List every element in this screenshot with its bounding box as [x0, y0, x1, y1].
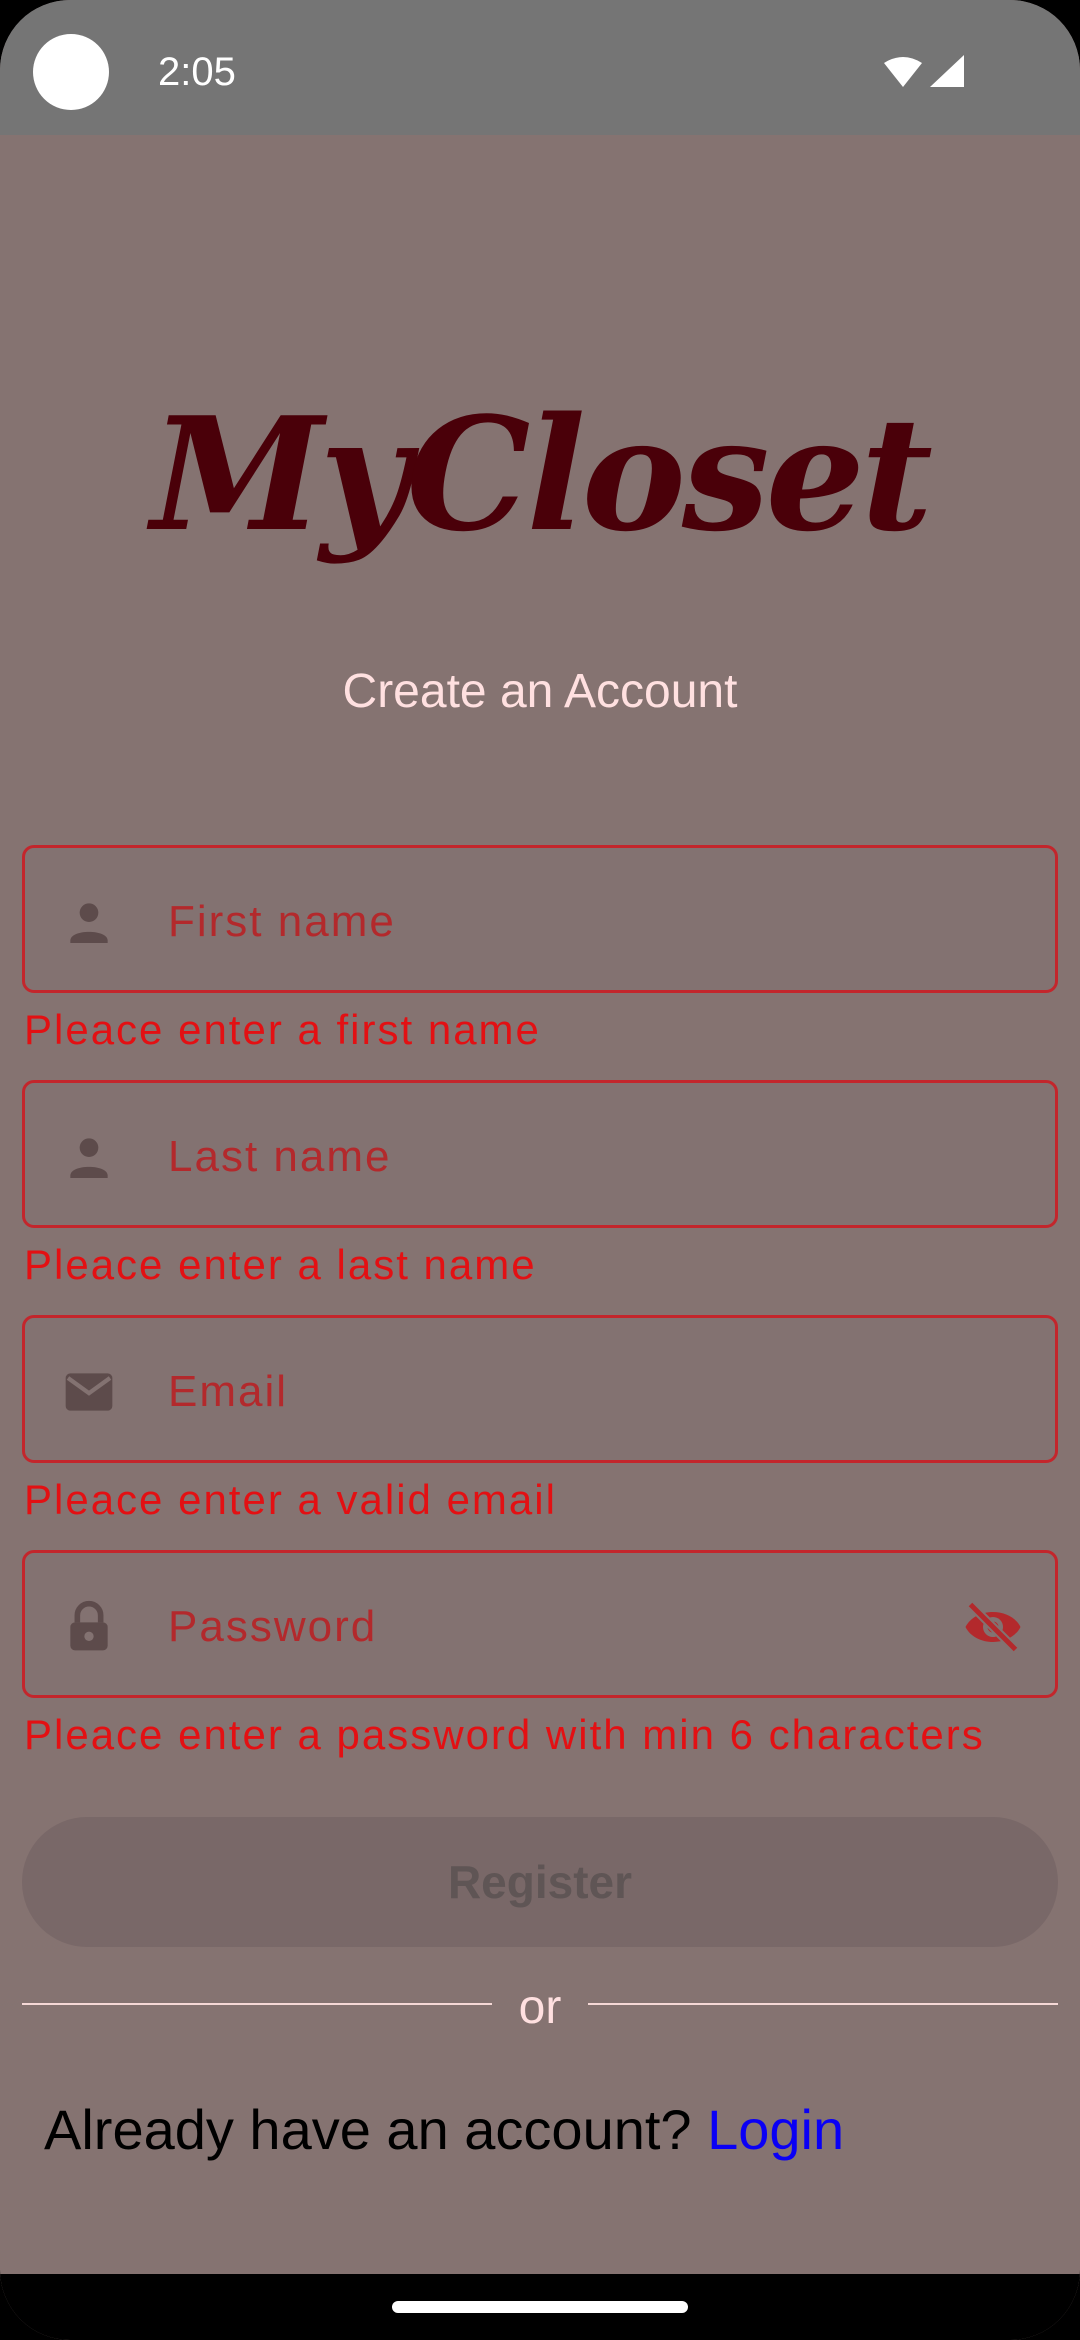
login-link[interactable]: Login	[707, 2098, 844, 2161]
first-name-error: Pleace enter a first name	[24, 1006, 541, 1053]
last-name-placeholder: Last name	[168, 1132, 392, 1181]
email-field[interactable]: Email	[22, 1315, 1058, 1463]
cell-signal-icon	[930, 55, 964, 87]
password-field[interactable]: Password	[22, 1550, 1058, 1698]
first-name-placeholder: First name	[168, 897, 396, 946]
divider-or-label: or	[518, 1981, 562, 2034]
person-icon	[70, 1138, 108, 1178]
password-placeholder: Password	[168, 1602, 378, 1651]
person-icon	[70, 903, 108, 943]
mail-icon	[65, 1373, 113, 1411]
status-bar: 2:05	[0, 0, 1080, 135]
wifi-icon	[884, 57, 922, 87]
divider-right	[588, 2003, 1058, 2005]
camera-cutout	[33, 34, 109, 110]
home-indicator[interactable]	[392, 2301, 688, 2313]
login-prompt: Already have an account? Login	[44, 2098, 844, 2162]
eye-off-icon[interactable]	[961, 1597, 1025, 1657]
login-prompt-text: Already have an account?	[44, 2098, 708, 2161]
status-time: 2:05	[158, 50, 236, 94]
app-screen: 2:05 MyCloset Create an Account First na…	[0, 0, 1080, 2340]
lock-icon	[70, 1600, 108, 1651]
first-name-field[interactable]: First name	[22, 845, 1058, 993]
register-button[interactable]: Register	[22, 1817, 1058, 1947]
last-name-field[interactable]: Last name	[22, 1080, 1058, 1228]
password-error: Pleace enter a password with min 6 chara…	[24, 1711, 985, 1758]
page-title: Create an Account	[342, 665, 738, 718]
email-placeholder: Email	[168, 1367, 289, 1416]
app-logo: MyCloset	[151, 383, 933, 566]
status-icons	[884, 55, 964, 87]
email-error: Pleace enter a valid email	[24, 1476, 557, 1523]
last-name-error: Pleace enter a last name	[24, 1241, 537, 1288]
divider-left	[22, 2003, 492, 2005]
